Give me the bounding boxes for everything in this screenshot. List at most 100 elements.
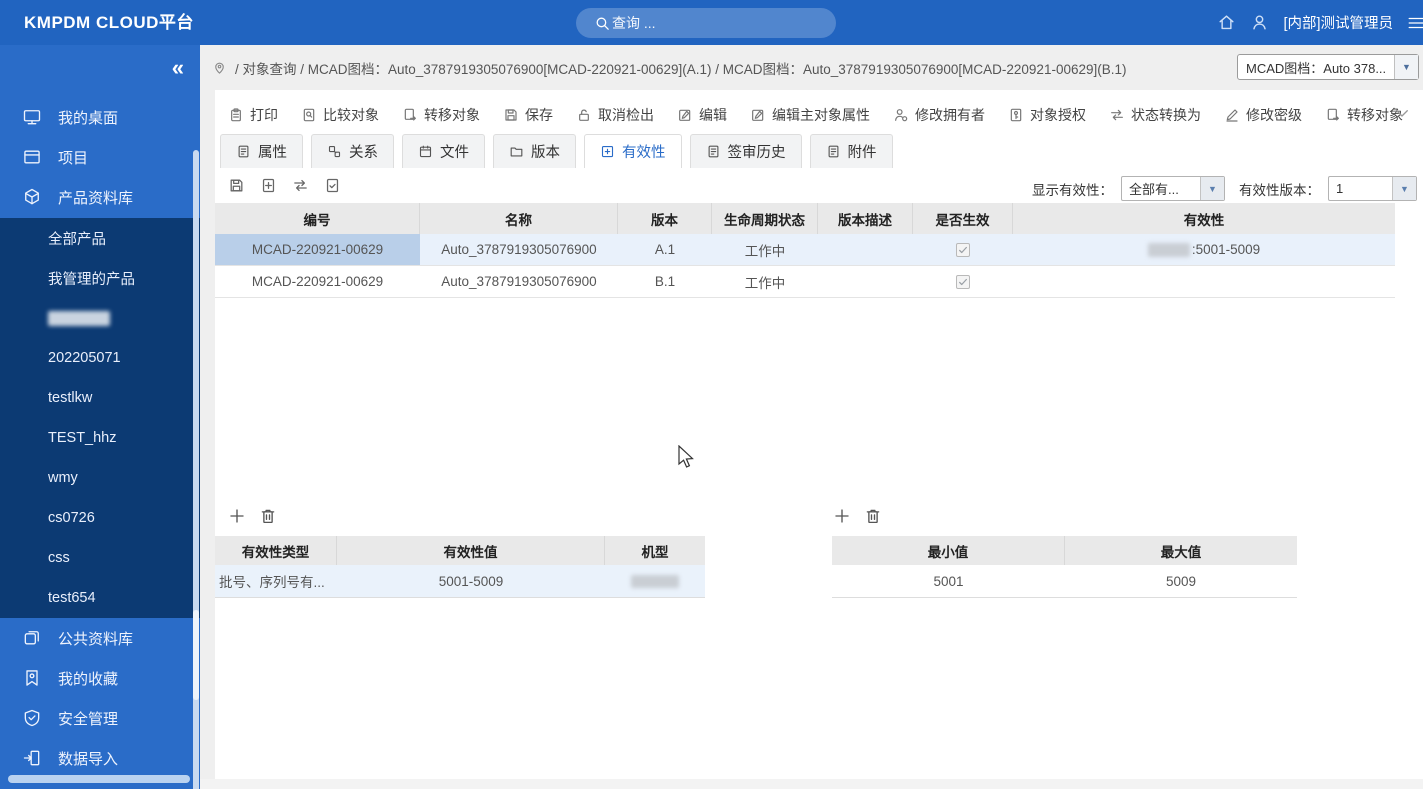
change-owner-icon bbox=[893, 107, 909, 123]
status-transition-icon bbox=[1109, 107, 1125, 123]
submenu-item-testlkw[interactable]: testlkw bbox=[0, 378, 200, 418]
cancel-checkout-button[interactable]: 取消检出 bbox=[576, 105, 654, 125]
sidebar-item-product-library[interactable]: 产品资料库 bbox=[0, 177, 200, 217]
table-row[interactable]: MCAD-220921-00629 Auto_3787919305076900 … bbox=[215, 266, 1395, 298]
validity-main-table: 编号 名称 版本 生命周期状态 版本描述 是否生效 有效性 MCAD-22092… bbox=[215, 203, 1395, 298]
add-document-icon[interactable] bbox=[260, 177, 277, 194]
submenu-item-test654[interactable]: test654 bbox=[0, 578, 200, 618]
submenu-item-css[interactable]: css bbox=[0, 538, 200, 578]
transfer-object-button-2[interactable]: 转移对象 bbox=[1325, 105, 1403, 125]
table-row[interactable]: 5001 5009 bbox=[832, 565, 1297, 598]
sidebar-vertical-scrollbar[interactable] bbox=[193, 150, 199, 789]
tab-relations[interactable]: 关系 bbox=[311, 134, 394, 168]
redacted-text bbox=[48, 310, 110, 326]
edit-button[interactable]: 编辑 bbox=[677, 105, 727, 125]
save-validity-icon[interactable] bbox=[228, 177, 245, 194]
redacted-text bbox=[631, 574, 679, 588]
sidebar-item-data-import[interactable]: 数据导入 bbox=[0, 738, 200, 778]
dropdown-arrow-icon[interactable]: ▼ bbox=[1394, 55, 1418, 79]
tab-validity[interactable]: 有效性 bbox=[584, 134, 682, 168]
transfer-object-button[interactable]: 转移对象 bbox=[402, 105, 480, 125]
global-search[interactable] bbox=[576, 8, 836, 38]
validate-document-icon[interactable] bbox=[324, 177, 341, 194]
table-row[interactable]: 批号、序列号有... 5001-5009 bbox=[215, 565, 705, 598]
swap-icon[interactable] bbox=[292, 177, 309, 194]
show-validity-dropdown[interactable]: 全部有... ▼ bbox=[1121, 176, 1225, 201]
current-user-label: [内部]测试管理员 bbox=[1283, 16, 1393, 32]
submenu-item-wmy[interactable]: wmy bbox=[0, 458, 200, 498]
table-row[interactable]: MCAD-220921-00629 Auto_3787919305076900 … bbox=[215, 234, 1395, 266]
sidebar-bottom-menu: 公共资料库 我的收藏 安全管理 数据导入 bbox=[0, 618, 200, 778]
status-transition-button[interactable]: 状态转换为 bbox=[1109, 105, 1201, 125]
sidebar-item-my-desktop[interactable]: 我的桌面 bbox=[0, 97, 200, 137]
col-header-model[interactable]: 机型 bbox=[605, 536, 705, 565]
tab-files[interactable]: 文件 bbox=[402, 134, 485, 168]
print-icon bbox=[228, 107, 244, 123]
sidebar-collapse-button[interactable]: « bbox=[172, 55, 184, 81]
edit-icon bbox=[677, 107, 693, 123]
trash-icon[interactable] bbox=[259, 507, 277, 525]
col-header-validity-type[interactable]: 有效性类型 bbox=[215, 536, 337, 565]
object-selector-dropdown[interactable]: MCAD图档：Auto 378... ▼ bbox=[1237, 54, 1419, 80]
submenu-item-test-hhz[interactable]: TEST_hhz bbox=[0, 418, 200, 458]
security-icon bbox=[22, 708, 42, 728]
favorites-icon bbox=[22, 668, 42, 688]
menu-icon[interactable] bbox=[1407, 14, 1423, 32]
submenu-item-redacted[interactable] bbox=[0, 298, 200, 338]
object-toolbar: 打印 比较对象 转移对象 保存 取消检出 编辑 编辑主对象属性 修改拥有者 对象… bbox=[228, 98, 1403, 132]
add-icon[interactable] bbox=[228, 507, 246, 525]
relations-icon bbox=[327, 144, 342, 159]
object-authorize-button[interactable]: 对象授权 bbox=[1008, 105, 1086, 125]
validity-type-table: 有效性类型 有效性值 机型 批号、序列号有... 5001-5009 bbox=[215, 536, 705, 598]
col-header-validity-value[interactable]: 有效性值 bbox=[337, 536, 605, 565]
dropdown-arrow-icon[interactable]: ▼ bbox=[1200, 177, 1224, 200]
change-owner-button[interactable]: 修改拥有者 bbox=[893, 105, 985, 125]
tab-review-history[interactable]: 签审历史 bbox=[689, 134, 802, 168]
sidebar-item-project[interactable]: 项目 bbox=[0, 137, 200, 177]
col-header-effective[interactable]: 是否生效 bbox=[913, 203, 1013, 234]
sidebar-item-security[interactable]: 安全管理 bbox=[0, 698, 200, 738]
product-library-icon bbox=[22, 187, 42, 207]
search-input[interactable] bbox=[612, 15, 822, 31]
tab-attachments[interactable]: 附件 bbox=[809, 134, 893, 168]
sidebar-item-public-library[interactable]: 公共资料库 bbox=[0, 618, 200, 658]
col-header-lifecycle[interactable]: 生命周期状态 bbox=[712, 203, 818, 234]
col-header-min[interactable]: 最小值 bbox=[832, 536, 1065, 565]
change-secrecy-button[interactable]: 修改密级 bbox=[1224, 105, 1302, 125]
scrollbar-thumb[interactable] bbox=[193, 610, 199, 700]
col-header-version[interactable]: 版本 bbox=[618, 203, 712, 234]
submenu-item-cs0726[interactable]: cs0726 bbox=[0, 498, 200, 538]
col-header-max[interactable]: 最大值 bbox=[1065, 536, 1297, 565]
submenu-item-202205071[interactable]: 202205071 bbox=[0, 338, 200, 378]
toolbar-expand-chevron-icon[interactable] bbox=[1393, 104, 1411, 122]
bottom-scrollbar-track[interactable] bbox=[200, 779, 1423, 789]
transfer-icon bbox=[402, 107, 418, 123]
sidebar-main-menu: 我的桌面 项目 产品资料库 bbox=[0, 97, 200, 217]
trash-icon[interactable] bbox=[864, 507, 882, 525]
effective-checkbox[interactable] bbox=[956, 274, 970, 289]
validity-icon bbox=[600, 144, 615, 159]
save-button[interactable]: 保存 bbox=[503, 105, 553, 125]
col-header-version-desc[interactable]: 版本描述 bbox=[818, 203, 913, 234]
sidebar-item-favorites[interactable]: 我的收藏 bbox=[0, 658, 200, 698]
effective-checkbox[interactable] bbox=[956, 242, 970, 257]
col-header-name[interactable]: 名称 bbox=[420, 203, 618, 234]
breadcrumb[interactable]: / 对象查询 / MCAD图档：Auto_3787919305076900[MC… bbox=[235, 58, 1127, 78]
tab-attributes[interactable]: 属性 bbox=[220, 134, 303, 168]
home-icon[interactable] bbox=[1217, 13, 1236, 32]
user-icon[interactable] bbox=[1250, 13, 1269, 32]
application-window: KMPDM CLOUD平台 [内部]测试管理员 « 我的桌面 项目 bbox=[0, 0, 1423, 789]
sidebar-horizontal-scrollbar[interactable] bbox=[8, 775, 190, 783]
attributes-icon bbox=[236, 144, 251, 159]
add-icon[interactable] bbox=[833, 507, 851, 525]
tab-versions[interactable]: 版本 bbox=[493, 134, 576, 168]
col-header-code[interactable]: 编号 bbox=[215, 203, 420, 234]
submenu-item-all-products[interactable]: 全部产品 bbox=[0, 218, 200, 258]
edit-master-attrs-button[interactable]: 编辑主对象属性 bbox=[750, 105, 870, 125]
dropdown-arrow-icon[interactable]: ▼ bbox=[1392, 177, 1416, 200]
compare-object-button[interactable]: 比较对象 bbox=[301, 105, 379, 125]
col-header-validity[interactable]: 有效性 bbox=[1013, 203, 1395, 234]
validity-version-dropdown[interactable]: 1 ▼ bbox=[1328, 176, 1417, 201]
submenu-item-my-managed-products[interactable]: 我管理的产品 bbox=[0, 258, 200, 298]
print-button[interactable]: 打印 bbox=[228, 105, 278, 125]
